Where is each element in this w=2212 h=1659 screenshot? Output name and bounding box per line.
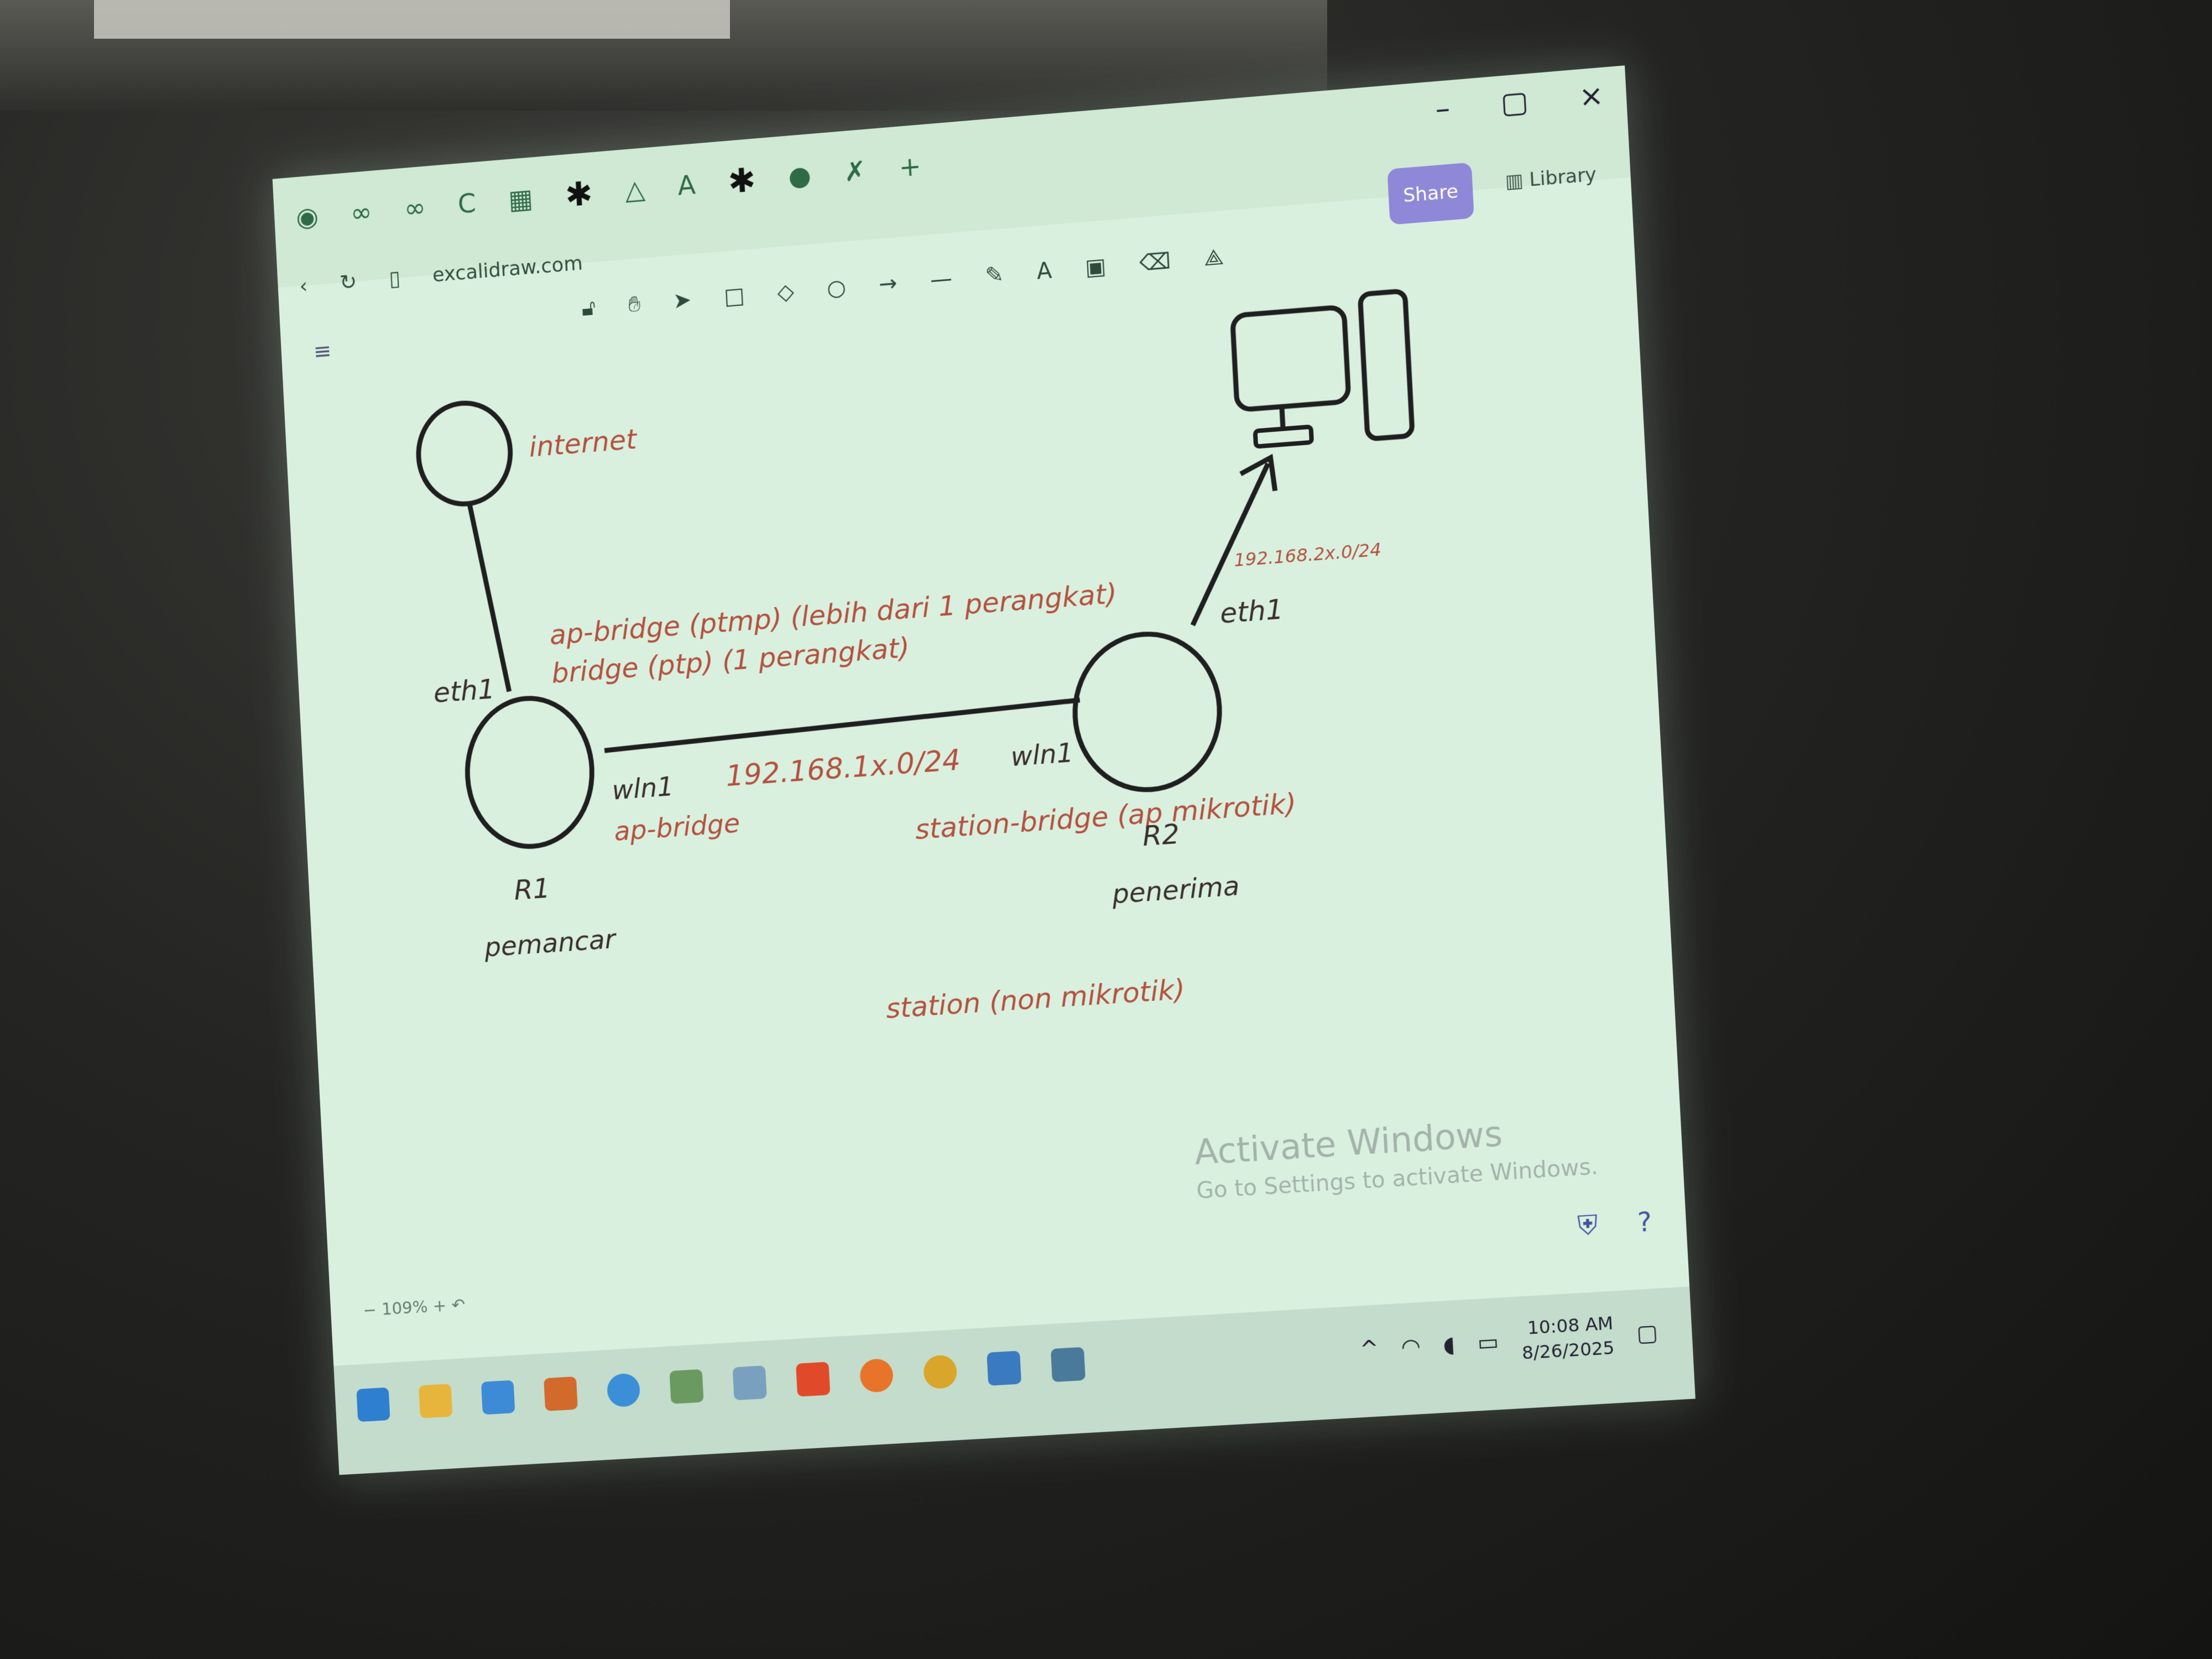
shapes-icon[interactable]: ⟁ [1203,244,1224,271]
r2-label: R2 [1142,817,1181,852]
tab-icon-sheet[interactable]: ▦ [508,183,534,216]
maximize-icon[interactable]: ▢ [1500,85,1529,121]
app-icon[interactable] [1050,1347,1086,1383]
undo-icon[interactable]: ↶ [451,1295,466,1315]
ellipse-icon[interactable]: ○ [826,275,847,302]
back-icon[interactable]: ‹ [299,273,308,298]
rectangle-icon[interactable]: □ [723,283,745,310]
brave-icon[interactable] [796,1361,831,1397]
select-icon[interactable]: ➤ [672,287,692,314]
zoom-level: 109% [381,1297,429,1319]
r1-label: R1 [513,872,551,906]
tab-icon-globe[interactable]: ◉ [295,201,319,233]
wln1-left-label: wln1 [611,771,674,806]
firefox-icon[interactable] [859,1358,894,1394]
tab-icon-a[interactable]: Α [677,169,696,201]
pencil-icon[interactable]: ✎ [984,262,1004,289]
projected-screen: ◉ ∞ ∞ С ▦ ✱ △ Α ✱ ● ✗ + – ▢ × ‹ ↻ ▯ exca… [272,65,1695,1475]
line-icon[interactable]: — [930,266,953,293]
app-icon[interactable] [732,1365,767,1401]
computer-icon [1232,291,1412,449]
subnet-pc-label: 192.168.2x.0/24 [1234,540,1382,571]
hand-icon[interactable]: ✋︎ [628,291,641,317]
corner-icons: ⛨ ? [1577,1206,1652,1243]
share-button[interactable]: Share [1387,162,1474,225]
shield-icon[interactable]: ⛨ [1577,1209,1599,1243]
minimize-icon[interactable]: – [1434,91,1451,126]
notepad-icon[interactable] [987,1350,1022,1386]
app-icon[interactable] [481,1380,515,1415]
help-icon[interactable]: ? [1637,1206,1653,1239]
clock-date: 8/26/2025 [1521,1337,1615,1364]
chevron-up-icon[interactable]: ^ [1359,1336,1379,1363]
tab-icon-star[interactable]: ✱ [564,174,593,215]
zoom-in-icon[interactable]: + [432,1296,452,1316]
subnet-link-label: 192.168.1x.0/24 [725,743,961,793]
r1-node [464,694,596,851]
clock[interactable]: 10:08 AM 8/26/2025 [1520,1311,1615,1365]
wln1-right-label: wln1 [1010,738,1074,773]
app-icon[interactable] [669,1369,704,1404]
url-field[interactable]: excalidraw.com [432,252,583,286]
internet-node [416,400,513,508]
photo-scene: ◉ ∞ ∞ С ▦ ✱ △ Α ✱ ● ✗ + – ▢ × ‹ ↻ ▯ exca… [0,0,2212,1659]
chrome-icon[interactable] [922,1354,958,1390]
r2-node [1071,629,1223,795]
r1-r2-link [604,700,1081,750]
start-icon[interactable] [356,1387,390,1422]
file-explorer-icon[interactable] [418,1384,453,1418]
eth1-left-label: eth1 [432,672,495,709]
station-bridge-label: station-bridge (ap mikrotik) [914,787,1297,846]
text-icon[interactable]: A [1036,258,1053,284]
penerima-label: penerima [1111,871,1240,910]
bookmark-icon[interactable]: ▯ [388,266,401,291]
internet-label: internet [528,423,638,463]
book-icon: ▥ [1504,169,1530,194]
image-icon[interactable]: ▣ [1084,254,1107,281]
app-icon[interactable] [544,1376,578,1411]
wifi-icon[interactable]: ◠ [1400,1334,1421,1360]
pemancar-label: pemancar [483,924,618,963]
tab-icon-star[interactable]: ✱ [727,160,757,201]
ap-bridge-label: ap-bridge [613,808,740,847]
internet-r1-link [469,503,509,693]
eraser-icon[interactable]: ⌫ [1139,248,1171,276]
ceiling-light [94,0,730,39]
lock-icon[interactable]: 🔓︎ [581,295,597,321]
tab-icon-c[interactable]: С [457,188,477,220]
zoom-out-icon[interactable]: − [363,1300,382,1321]
tab-icon-excalidraw[interactable]: ✗ [843,155,867,188]
volume-icon[interactable]: ◖ [1442,1332,1455,1358]
tab-icon-link[interactable]: ∞ [403,192,426,224]
zoom-control[interactable]: − 109% + ↶ [363,1295,466,1321]
system-tray: ^ ◠ ◖ ▭ 10:08 AM 8/26/2025 ▢ [1359,1308,1659,1375]
eth1-right-label: eth1 [1219,593,1285,630]
arrow-icon[interactable]: → [878,270,898,298]
notification-icon[interactable]: ▢ [1636,1320,1658,1347]
new-tab-icon[interactable]: + [898,150,922,183]
close-icon[interactable]: × [1578,79,1605,114]
battery-icon[interactable]: ▭ [1477,1329,1499,1356]
reload-icon[interactable]: ↻ [339,269,357,295]
diamond-icon[interactable]: ◇ [776,279,795,305]
taskbar-apps [356,1347,1086,1422]
station-label: station (non mikrotik) [885,973,1186,1025]
tab-icon-github[interactable]: ● [787,160,812,192]
edge-icon[interactable] [606,1373,641,1408]
tab-icon-drive[interactable]: △ [624,174,646,206]
tab-icon-link[interactable]: ∞ [349,196,373,228]
